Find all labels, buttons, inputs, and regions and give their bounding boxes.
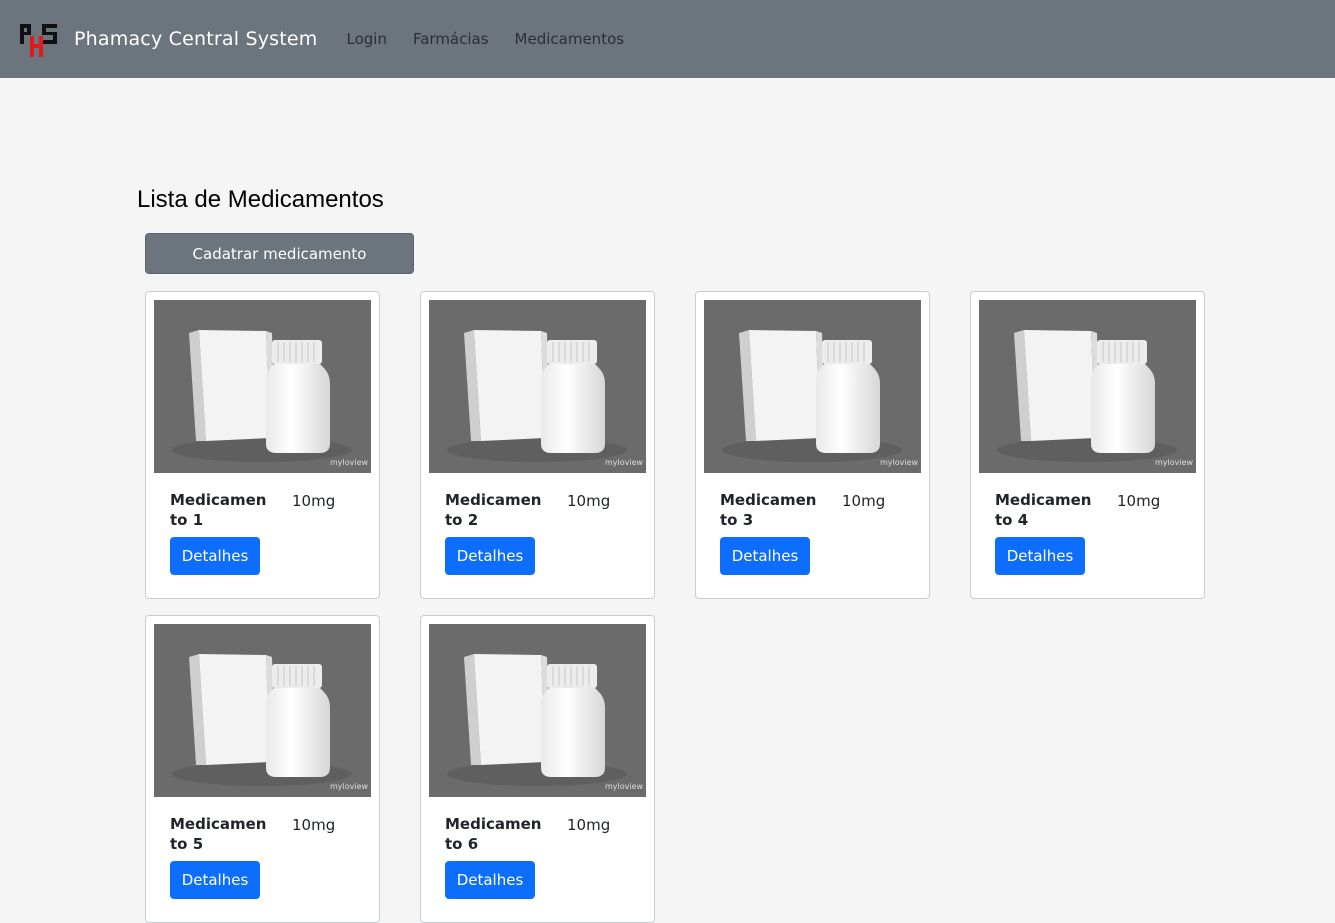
page-title: Lista de Medicamentos: [137, 186, 384, 213]
medication-name: Medicamento 3: [720, 491, 817, 529]
medication-dose: 10mg: [292, 816, 336, 834]
medication-card-2: myloview Medicamento 2 10mg Detalhes: [420, 291, 655, 599]
medication-image: myloview: [429, 624, 646, 797]
nav-link-pharmacies[interactable]: Farmácias: [413, 30, 489, 48]
medication-name: Medicamento 6: [445, 815, 542, 853]
medication-card-3: myloview Medicamento 3 10mg Detalhes: [695, 291, 930, 599]
medication-card-6: myloview Medicamento 6 10mg Detalhes: [420, 615, 655, 923]
medication-image: myloview: [154, 624, 371, 797]
medication-image: myloview: [429, 300, 646, 473]
image-watermark: myloview: [880, 458, 919, 467]
medication-card-4: myloview Medicamento 4 10mg Detalhes: [970, 291, 1205, 599]
medication-card-5: myloview Medicamento 5 10mg Detalhes: [145, 615, 380, 923]
nav-link-medications[interactable]: Medicamentos: [515, 30, 625, 48]
details-button-3[interactable]: Detalhes: [720, 537, 810, 575]
medication-dose: 10mg: [1117, 492, 1161, 510]
image-watermark: myloview: [605, 458, 644, 467]
medication-dose: 10mg: [567, 816, 611, 834]
details-button-1[interactable]: Detalhes: [170, 537, 260, 575]
medication-dose: 10mg: [842, 492, 886, 510]
brand-logo[interactable]: [20, 22, 57, 57]
medication-name: Medicamento 4: [995, 491, 1092, 529]
medication-name: Medicamento 2: [445, 491, 542, 529]
medication-dose: 10mg: [567, 492, 611, 510]
details-button-4[interactable]: Detalhes: [995, 537, 1085, 575]
medication-name: Medicamento 5: [170, 815, 267, 853]
medication-name: Medicamento 1: [170, 491, 267, 529]
medication-image: myloview: [704, 300, 921, 473]
register-medication-button[interactable]: Cadatrar medicamento: [145, 233, 414, 274]
image-watermark: myloview: [1155, 458, 1194, 467]
details-button-2[interactable]: Detalhes: [445, 537, 535, 575]
details-button-5[interactable]: Detalhes: [170, 861, 260, 899]
medication-card-1: myloview Medicamento 1 10mg Detalhes: [145, 291, 380, 599]
navbar: Phamacy Central System Login Farmácias M…: [0, 0, 1335, 78]
nav-link-login[interactable]: Login: [347, 30, 387, 48]
medication-card-grid: myloview Medicamento 1 10mg Detalhes myl…: [145, 291, 1205, 923]
image-watermark: myloview: [330, 782, 369, 791]
image-watermark: myloview: [330, 458, 369, 467]
medication-image: myloview: [979, 300, 1196, 473]
details-button-6[interactable]: Detalhes: [445, 861, 535, 899]
brand-name[interactable]: Phamacy Central System: [74, 28, 318, 50]
image-watermark: myloview: [605, 782, 644, 791]
medication-image: myloview: [154, 300, 371, 473]
medication-dose: 10mg: [292, 492, 336, 510]
